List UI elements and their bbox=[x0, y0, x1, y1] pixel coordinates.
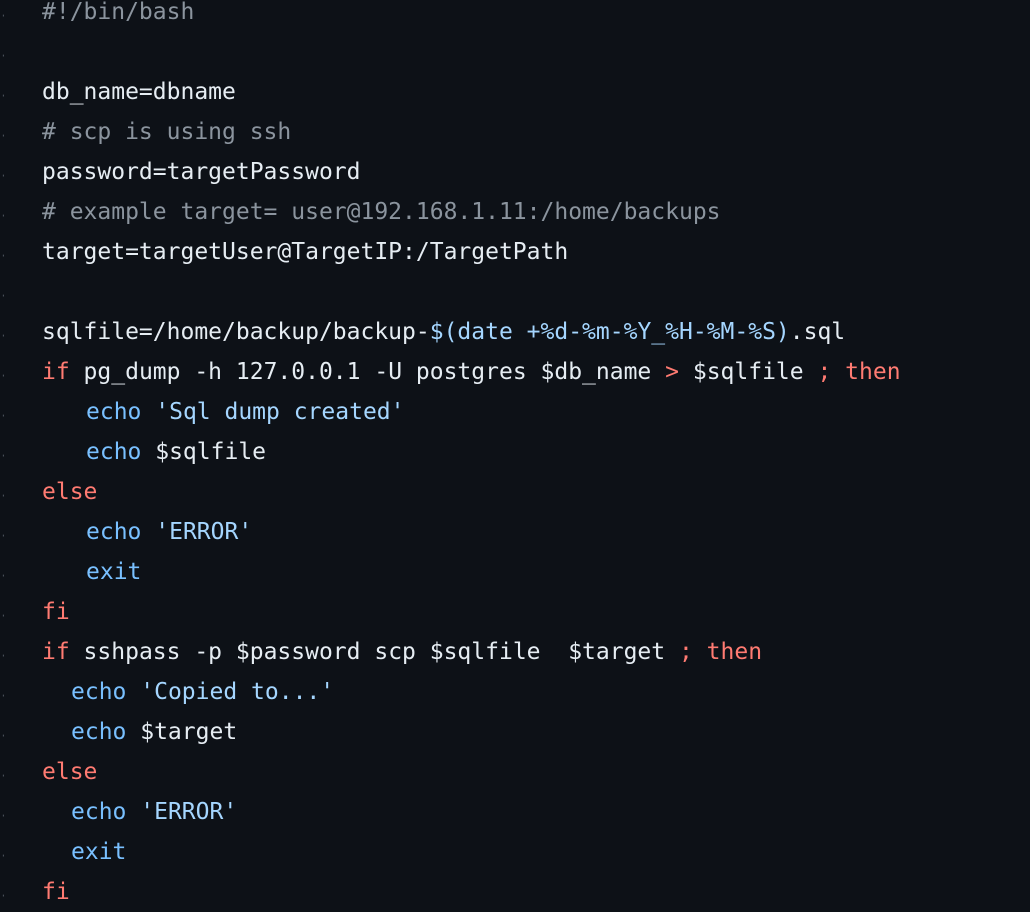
gutter-marker: · bbox=[0, 396, 4, 436]
code-token-builtin: echo bbox=[71, 679, 127, 705]
code-token-builtin: echo bbox=[71, 719, 127, 745]
code-token-builtin: echo bbox=[71, 799, 127, 825]
code-line: # scp is using ssh bbox=[42, 116, 291, 156]
code-line: fi bbox=[42, 596, 70, 636]
code-token-keyword: ; then bbox=[678, 639, 763, 665]
code-line: else bbox=[42, 756, 97, 796]
code-token-keyword: else bbox=[42, 759, 98, 785]
gutter-marker: · bbox=[0, 716, 4, 756]
code-token-plain: .sql bbox=[789, 319, 846, 345]
code-line: #!/bin/bash bbox=[42, 0, 194, 36]
gutter-marker: · bbox=[0, 316, 4, 356]
code-token-builtin: exit bbox=[71, 839, 127, 865]
code-token-plain: pg_dump -h 127.0.0.1 -U postgres $db_nam… bbox=[69, 359, 666, 385]
code-token-builtin: exit bbox=[86, 559, 142, 585]
code-token-string: 'Copied to...' bbox=[140, 679, 335, 705]
code-line: echo $target bbox=[71, 716, 237, 756]
code-line: exit bbox=[86, 556, 141, 596]
code-line: sqlfile=/home/backup/backup-$(date +%d-%… bbox=[42, 316, 845, 356]
code-token-plain: password=targetPassword bbox=[42, 159, 361, 185]
gutter-marker: · bbox=[0, 0, 4, 36]
code-line: if sshpass -p $password scp $sqlfile $ta… bbox=[42, 636, 762, 676]
gutter-marker: · bbox=[0, 36, 4, 76]
code-token-plain: sshpass -p $password scp $sqlfile $targe… bbox=[69, 639, 679, 665]
code-line: fi bbox=[42, 876, 70, 912]
code-token-string: 'Sql dump created' bbox=[155, 399, 405, 425]
code-token-comment: #!/bin/bash bbox=[42, 0, 195, 25]
gutter-marker: · bbox=[0, 756, 4, 796]
gutter-marker: · bbox=[0, 76, 4, 116]
gutter-marker: · bbox=[0, 596, 4, 636]
gutter-marker: · bbox=[0, 876, 4, 912]
code-token-string: 'ERROR' bbox=[140, 799, 238, 825]
code-token-plain: sqlfile=/home/backup/backup- bbox=[42, 319, 430, 345]
gutter-marker: · bbox=[0, 356, 4, 396]
code-line: target=targetUser@TargetIP:/TargetPath bbox=[42, 236, 568, 276]
code-editor[interactable]: ······················· #!/bin/bashdb_na… bbox=[0, 0, 1030, 912]
code-token-keyword: fi bbox=[42, 599, 70, 625]
code-token-keyword: if bbox=[42, 359, 70, 385]
code-line: # example target= user@192.168.1.11:/hom… bbox=[42, 196, 721, 236]
code-token-keyword: else bbox=[42, 479, 98, 505]
code-token-string: 'ERROR' bbox=[155, 519, 253, 545]
code-line: exit bbox=[71, 836, 126, 876]
code-line: password=targetPassword bbox=[42, 156, 361, 196]
code-token-keyword: > bbox=[665, 359, 679, 385]
code-line: echo 'Copied to...' bbox=[71, 676, 334, 716]
gutter-marker: · bbox=[0, 676, 4, 716]
gutter-marker: · bbox=[0, 516, 4, 556]
gutter-marker: · bbox=[0, 796, 4, 836]
code-token-builtin: echo bbox=[86, 439, 142, 465]
gutter-marker: · bbox=[0, 236, 4, 276]
gutter-marker: · bbox=[0, 556, 4, 596]
gutter-marker: · bbox=[0, 116, 4, 156]
code-token-plain: target=targetUser@TargetIP:/TargetPath bbox=[42, 239, 569, 265]
code-token-keyword: ; then bbox=[817, 359, 901, 385]
code-token-comment: # example target= user@192.168.1.11:/hom… bbox=[42, 199, 721, 225]
code-line: echo $sqlfile bbox=[86, 436, 266, 476]
code-line: echo 'Sql dump created' bbox=[86, 396, 405, 436]
code-token-keyword: fi bbox=[42, 879, 70, 905]
gutter-marker: · bbox=[0, 476, 4, 516]
code-line: db_name=dbname bbox=[42, 76, 236, 116]
code-token-plain: $sqlfile bbox=[141, 439, 267, 465]
gutter-marker: · bbox=[0, 836, 4, 876]
code-token-plain: db_name=dbname bbox=[42, 79, 236, 105]
gutter-marker: · bbox=[0, 196, 4, 236]
code-token-builtin: echo bbox=[86, 399, 142, 425]
code-token-subst: $(date +%d-%m-%Y_%H-%M-%S) bbox=[429, 319, 790, 345]
line-gutter: ······················· bbox=[0, 0, 14, 912]
code-token-plain: $target bbox=[126, 719, 238, 745]
code-line: else bbox=[42, 476, 97, 516]
code-line: echo 'ERROR' bbox=[71, 796, 237, 836]
code-line: echo 'ERROR' bbox=[86, 516, 252, 556]
gutter-marker: · bbox=[0, 636, 4, 676]
gutter-marker: · bbox=[0, 156, 4, 196]
code-token-builtin: echo bbox=[86, 519, 142, 545]
code-token-plain: $sqlfile bbox=[679, 359, 818, 385]
code-token-comment: # scp is using ssh bbox=[42, 119, 292, 145]
code-line: if pg_dump -h 127.0.0.1 -U postgres $db_… bbox=[42, 356, 901, 396]
gutter-marker: · bbox=[0, 436, 4, 476]
code-token-keyword: if bbox=[42, 639, 70, 665]
gutter-marker: · bbox=[0, 276, 4, 316]
